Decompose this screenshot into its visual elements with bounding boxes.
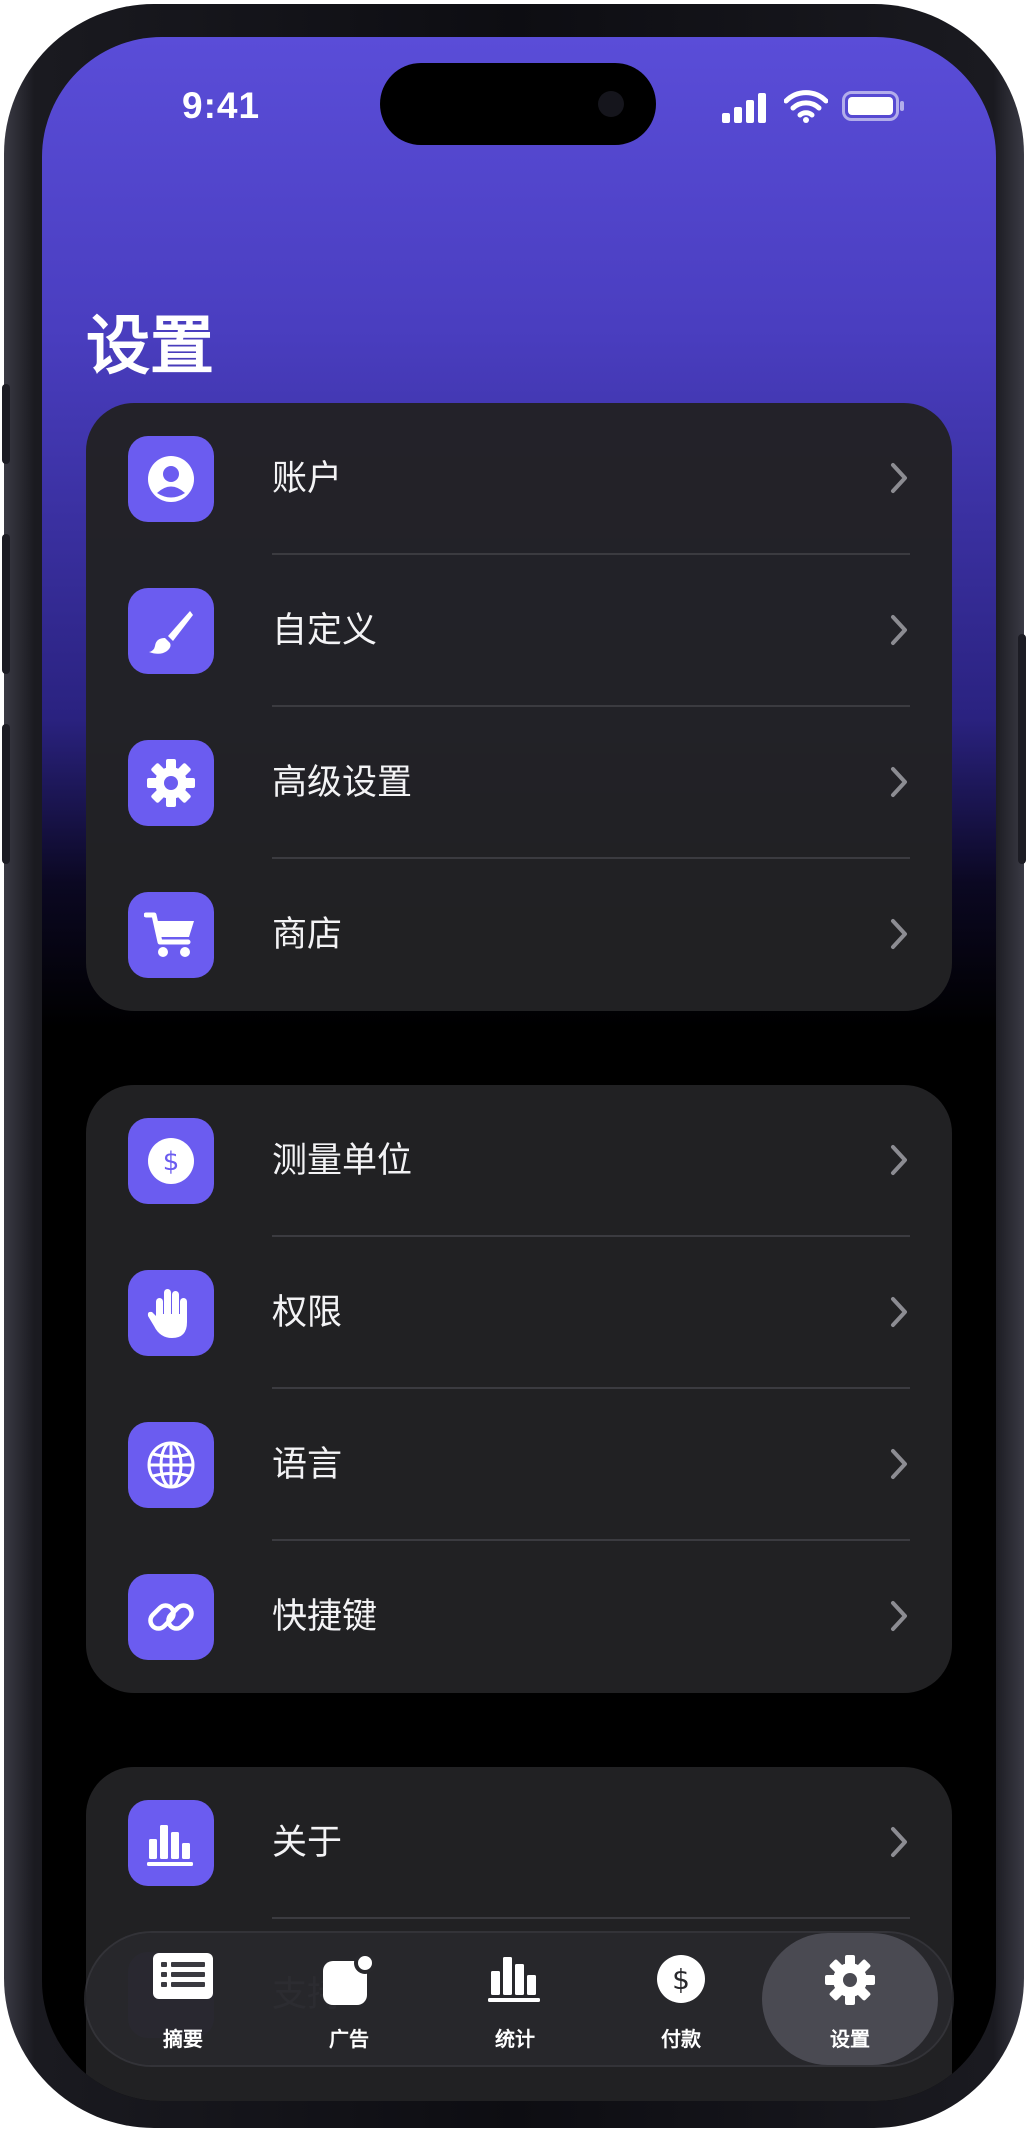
cellular-signal-icon <box>722 93 766 123</box>
chevron-right-icon <box>891 1145 907 1175</box>
settings-row-about[interactable]: 关于 <box>86 1767 952 1919</box>
chevron-right-icon <box>891 767 907 797</box>
settings-group-1: 账户 自定义 高级设置 商店 <box>86 403 952 1011</box>
globe-icon <box>128 1422 214 1508</box>
status-time: 9:41 <box>182 85 261 126</box>
bar-chart-icon <box>488 1957 540 2002</box>
chevron-right-icon <box>891 1827 907 1857</box>
gear-icon <box>825 1955 875 2005</box>
chevron-right-icon <box>891 1297 907 1327</box>
cart-icon <box>128 892 214 978</box>
settings-row-label: 权限 <box>272 1293 343 1333</box>
settings-row-store[interactable]: 商店 <box>86 859 952 1011</box>
wifi-icon <box>784 90 828 123</box>
list-icon <box>153 1953 213 1999</box>
settings-row-shortcuts[interactable]: 快捷键 <box>86 1541 952 1693</box>
settings-row-advanced[interactable]: 高级设置 <box>86 707 952 859</box>
settings-row-permissions[interactable]: 权限 <box>86 1237 952 1389</box>
tab-bar: 摘要 广告 统计 $ 付款 设置 <box>86 1933 952 2065</box>
dollar-circle-icon: $ <box>657 1955 705 2003</box>
tab-label: 统计 <box>495 2027 535 2051</box>
svg-text:$: $ <box>672 1963 690 1996</box>
settings-row-label: 商店 <box>272 915 343 955</box>
settings-row-label: 高级设置 <box>272 763 413 803</box>
chevron-right-icon <box>891 615 907 645</box>
settings-row-account[interactable]: 账户 <box>86 403 952 555</box>
tab-label: 广告 <box>329 2027 369 2051</box>
volume-down-button <box>2 724 10 864</box>
tab-summary[interactable]: 摘要 <box>100 1933 266 2065</box>
settings-group-2: $ 测量单位 权限 语言 快捷键 <box>86 1085 952 1693</box>
settings-row-units[interactable]: $ 测量单位 <box>86 1085 952 1237</box>
front-camera <box>598 91 624 117</box>
chevron-right-icon <box>891 463 907 493</box>
page-title: 设置 <box>86 310 214 384</box>
settings-row-label: 关于 <box>272 1823 343 1863</box>
dynamic-island <box>380 63 656 145</box>
hand-icon <box>128 1270 214 1356</box>
settings-row-label: 测量单位 <box>272 1141 413 1181</box>
tab-payments[interactable]: $ 付款 <box>598 1933 764 2065</box>
person-circle-icon <box>128 436 214 522</box>
bar-chart-icon <box>128 1800 214 1886</box>
volume-up-button <box>2 534 10 674</box>
chevron-right-icon <box>891 919 907 949</box>
dollar-circle-icon: $ <box>128 1118 214 1204</box>
tab-stats[interactable]: 统计 <box>432 1933 598 2065</box>
paintbrush-icon <box>128 588 214 674</box>
battery-icon <box>842 91 904 121</box>
settings-row-customize[interactable]: 自定义 <box>86 555 952 707</box>
settings-row-label: 自定义 <box>272 611 378 651</box>
tab-ads[interactable]: 广告 <box>266 1933 432 2065</box>
action-button <box>2 384 10 464</box>
power-button <box>1018 634 1026 864</box>
settings-row-language[interactable]: 语言 <box>86 1389 952 1541</box>
settings-row-label: 快捷键 <box>272 1597 378 1637</box>
tab-label: 摘要 <box>163 2027 203 2051</box>
phone-frame: 9:41 设置 账户 自定义 高级设置 商店 $ 测量单位 权限 语言 快捷键 … <box>2 4 1026 2128</box>
tab-label: 付款 <box>661 2027 701 2051</box>
chevron-right-icon <box>891 1601 907 1631</box>
app-badge-icon <box>323 1953 376 2005</box>
gear-icon <box>128 740 214 826</box>
link-icon <box>128 1574 214 1660</box>
tab-settings[interactable]: 设置 <box>762 1933 938 2065</box>
status-bar: 9:41 <box>42 37 996 167</box>
tab-label: 设置 <box>830 2027 870 2051</box>
svg-text:$: $ <box>163 1147 180 1177</box>
settings-row-label: 语言 <box>272 1445 343 1485</box>
settings-row-label: 账户 <box>272 459 343 499</box>
screen: 9:41 设置 账户 自定义 高级设置 商店 $ 测量单位 权限 语言 快捷键 … <box>42 37 996 2101</box>
chevron-right-icon <box>891 1449 907 1479</box>
